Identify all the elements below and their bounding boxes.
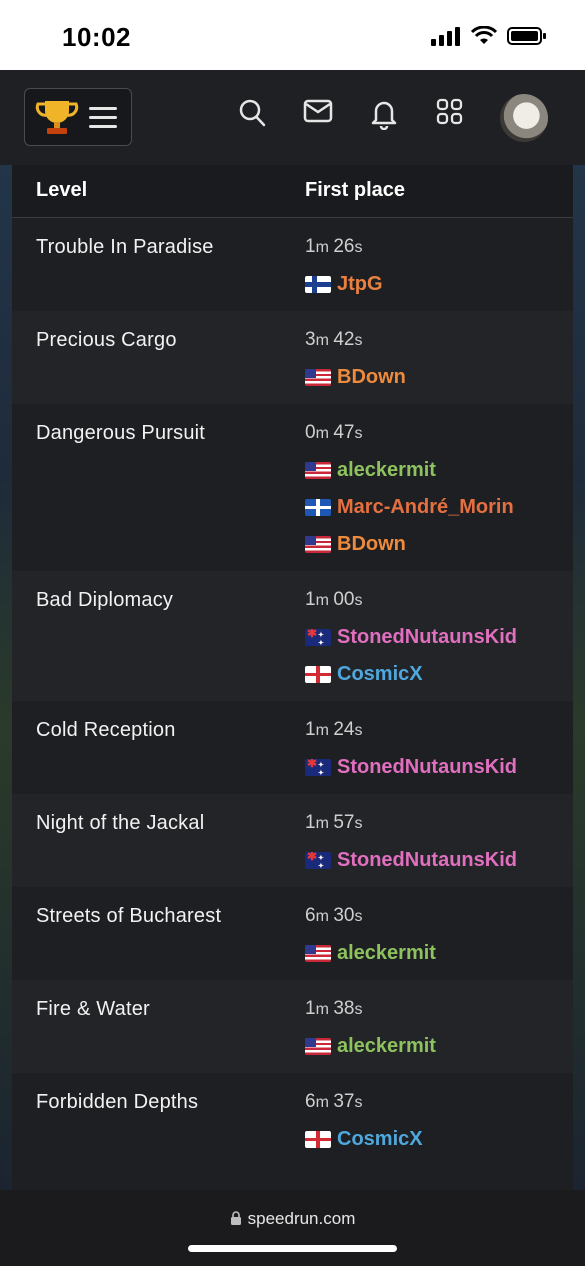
status-bar: 10:02 [0,0,585,70]
menu-button[interactable] [24,88,132,146]
grid-icon[interactable] [436,98,464,126]
runner-link[interactable]: BDown [305,366,406,389]
runner-link[interactable]: StonedNutaunsKid [305,849,517,872]
table-body: Trouble In Paradise 1m 26s JtpG Precious Ca… [12,218,573,1166]
runner-link[interactable]: aleckermit [305,459,436,482]
flag-us-icon [305,945,331,962]
level-name[interactable]: Trouble In Paradise [36,236,214,259]
column-header-first-place[interactable]: First place [305,179,405,202]
run-time[interactable]: 1m 38s [305,998,363,1020]
flag-au-icon [305,852,331,869]
table-row[interactable]: Fire & Water 1m 38s aleckermit [12,980,573,1073]
table-row[interactable]: Precious Cargo 3m 42s BDown [12,311,573,404]
mail-icon[interactable] [303,98,333,124]
table-row[interactable]: Dangerous Pursuit 0m 47s aleckermit Marc-An… [12,404,573,571]
run-time[interactable]: 6m 30s [305,905,363,927]
level-name[interactable]: Forbidden Depths [36,1091,198,1114]
run-time[interactable]: 1m 57s [305,812,363,834]
runner-name[interactable]: BDown [337,533,406,556]
runner-name[interactable]: Marc-André_Morin [337,496,514,519]
address-url: speedrun.com [0,1209,585,1229]
runner-name[interactable]: aleckermit [337,459,436,482]
runner-link[interactable]: CosmicX [305,1128,423,1151]
run-time[interactable]: 1m 24s [305,719,363,741]
flag-us-icon [305,536,331,553]
runner-name[interactable]: CosmicX [337,1128,423,1151]
runner-link[interactable]: StonedNutaunsKid [305,756,517,779]
table-row[interactable]: Trouble In Paradise 1m 26s JtpG [12,218,573,311]
runner-name[interactable]: CosmicX [337,663,423,686]
leaderboard-table: Level First place Trouble In Paradise 1m … [12,165,573,1190]
table-row[interactable]: Streets of Bucharest 6m 30s aleckermit [12,887,573,980]
flag-us-icon [305,462,331,479]
url-text: speedrun.com [247,1209,356,1228]
flag-gb-icon [305,1131,331,1148]
menu-icon [89,107,117,134]
runner-name[interactable]: aleckermit [337,1035,436,1058]
table-row[interactable]: Night of the Jackal 1m 57s StonedNutaunsKi… [12,794,573,887]
runner-link[interactable]: JtpG [305,273,383,296]
lock-icon [230,1211,241,1225]
top-navigation [0,70,585,165]
runner-link[interactable]: Marc-André_Morin [305,496,514,519]
flag-gb-icon [305,666,331,683]
runner-link[interactable]: aleckermit [305,942,436,965]
status-icons [431,26,547,46]
run-time[interactable]: 1m 00s [305,589,363,611]
table-row[interactable]: Cold Reception 1m 24s StonedNutaunsKid [12,701,573,794]
flag-au-icon [305,629,331,646]
level-name[interactable]: Night of the Jackal [36,812,204,835]
runner-link[interactable]: CosmicX [305,663,423,686]
runner-name[interactable]: StonedNutaunsKid [337,849,517,872]
table-row[interactable]: Forbidden Depths 6m 37s CosmicX [12,1073,573,1166]
flag-fi-icon [305,276,331,293]
column-header-level[interactable]: Level [36,179,87,202]
runner-link[interactable]: aleckermit [305,1035,436,1058]
flag-qc-icon [305,499,331,516]
runner-name[interactable]: BDown [337,366,406,389]
user-avatar[interactable] [500,94,548,142]
run-time[interactable]: 1m 26s [305,236,363,258]
wifi-icon [471,26,497,44]
run-time[interactable]: 3m 42s [305,329,363,351]
flag-us-icon [305,1038,331,1055]
bell-icon[interactable] [370,98,398,130]
flag-au-icon [305,759,331,776]
flag-us-icon [305,369,331,386]
runner-link[interactable]: StonedNutaunsKid [305,626,517,649]
home-indicator [188,1245,397,1252]
runner-link[interactable]: BDown [305,533,406,556]
status-time: 10:02 [62,22,131,52]
runner-name[interactable]: aleckermit [337,942,436,965]
runner-name[interactable]: StonedNutaunsKid [337,756,517,779]
table-header: Level First place [12,165,573,218]
level-name[interactable]: Bad Diplomacy [36,589,173,612]
level-name[interactable]: Cold Reception [36,719,176,742]
battery-icon [507,27,546,45]
run-time[interactable]: 0m 47s [305,422,363,444]
level-name[interactable]: Fire & Water [36,998,150,1021]
run-time[interactable]: 6m 37s [305,1091,363,1113]
cellular-signal-icon [431,27,460,46]
level-name[interactable]: Dangerous Pursuit [36,422,205,445]
table-row[interactable]: Bad Diplomacy 1m 00s StonedNutaunsKid Cosmi… [12,571,573,701]
level-name[interactable]: Streets of Bucharest [36,905,221,928]
level-name[interactable]: Precious Cargo [36,329,177,352]
runner-name[interactable]: JtpG [337,273,383,296]
address-bar[interactable]: speedrun.com [0,1190,585,1266]
runner-name[interactable]: StonedNutaunsKid [337,626,517,649]
trophy-icon [35,101,79,134]
search-icon[interactable] [238,98,266,128]
